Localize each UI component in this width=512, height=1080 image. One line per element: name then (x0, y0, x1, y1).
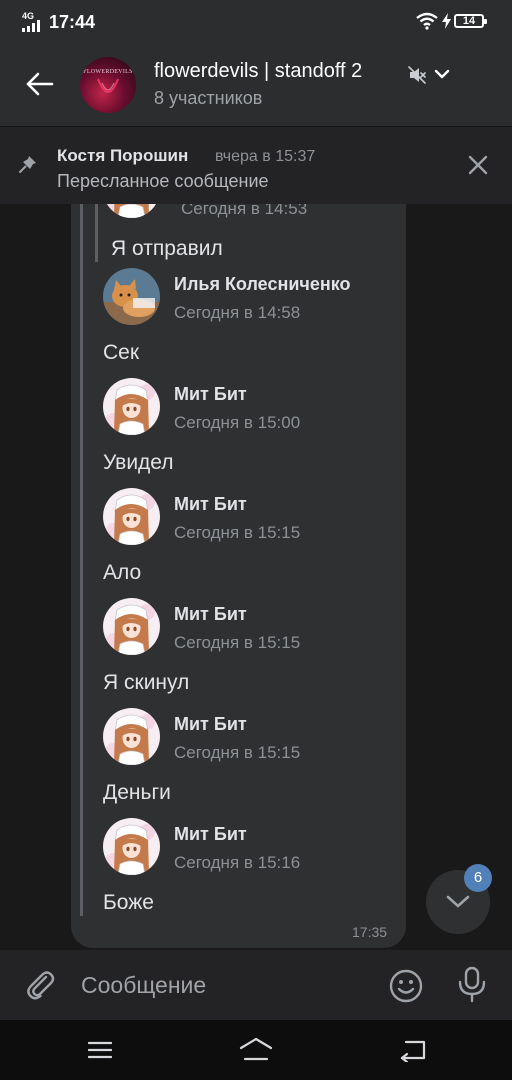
pinned-date: вчера в 15:37 (215, 148, 316, 165)
signal-icon (22, 20, 40, 32)
battery-icon: 14 (454, 14, 487, 28)
avatar[interactable] (103, 598, 160, 655)
pinned-text: Пересланное сообщение (57, 171, 269, 191)
pinned-message[interactable]: Костя Порошин вчера в 15:37 Пересланное … (0, 126, 512, 204)
message-time: Сегодня в 15:16 (174, 853, 301, 872)
avatar[interactable] (103, 708, 160, 765)
message-text: Ало (103, 561, 142, 584)
emoji-icon[interactable] (388, 968, 424, 1004)
system-back-icon[interactable] (398, 1038, 426, 1062)
message-text: Я скинул (103, 671, 190, 694)
wifi-icon (416, 12, 438, 30)
message-time: Сегодня в 14:58 (174, 303, 301, 322)
message-time: Сегодня в 15:15 (174, 743, 301, 762)
sender-name[interactable]: Мит Бит (174, 384, 247, 405)
message-text: Боже (103, 891, 154, 914)
message-input[interactable] (81, 970, 361, 1000)
sender-name[interactable]: Мит Бит (174, 494, 247, 515)
battery-level: 14 (462, 15, 476, 27)
pin-icon (19, 156, 36, 173)
avatar[interactable] (103, 818, 160, 875)
chat-header: FLOWERDEVILS flowerdevils | standoff 2 8… (0, 44, 512, 126)
clock: 17:44 (49, 12, 96, 32)
chat-area[interactable]: Сегодня в 14:53 Я отправил Илья Колеснич… (0, 204, 512, 950)
participants-count[interactable]: 8 участников (154, 88, 262, 109)
chat-title[interactable]: flowerdevils | standoff 2 (154, 60, 362, 83)
mute-icon (408, 66, 426, 84)
message-time: Сегодня в 15:00 (174, 413, 301, 432)
sender-name[interactable]: Мит Бит (174, 824, 247, 845)
charging-icon (442, 13, 451, 29)
avatar[interactable] (103, 378, 160, 435)
message-text: Я отправил (111, 237, 223, 260)
microphone-icon[interactable] (456, 965, 488, 1005)
close-icon[interactable] (466, 153, 490, 177)
forward-line (80, 204, 83, 916)
avatar[interactable] (103, 268, 160, 325)
message-time: Сегодня в 15:15 (174, 523, 301, 542)
paperclip-icon[interactable] (24, 968, 58, 1002)
bubble-timestamp: 17:35 (352, 924, 388, 940)
nested-forward-line (95, 204, 98, 262)
unread-count: 6 (473, 869, 483, 886)
message-time: Сегодня в 14:53 (181, 204, 308, 218)
sender-name[interactable]: Мит Бит (174, 604, 247, 625)
menu-icon[interactable] (88, 1040, 112, 1060)
message-text: Увидел (103, 451, 174, 474)
back-arrow-icon[interactable] (20, 64, 60, 104)
unread-badge: 6 (464, 864, 492, 892)
system-nav-bar (0, 1020, 512, 1080)
chat-avatar[interactable]: FLOWERDEVILS (80, 57, 136, 113)
sender-name[interactable]: Илья Колесниченко (174, 274, 351, 295)
chevron-down-icon[interactable] (434, 68, 450, 80)
pinned-author: Костя Порошин (57, 146, 189, 165)
sender-name[interactable]: Мит Бит (174, 714, 247, 735)
home-icon[interactable] (238, 1036, 274, 1062)
avatar[interactable] (103, 488, 160, 545)
avatar-art (97, 78, 119, 93)
message-time: Сегодня в 15:15 (174, 633, 301, 652)
status-bar: 4G 17:44 14 (0, 0, 512, 44)
chevron-down-icon (446, 895, 470, 908)
message-composer (0, 950, 512, 1020)
message-text: Сек (103, 341, 140, 364)
message-text: Деньги (103, 781, 171, 804)
